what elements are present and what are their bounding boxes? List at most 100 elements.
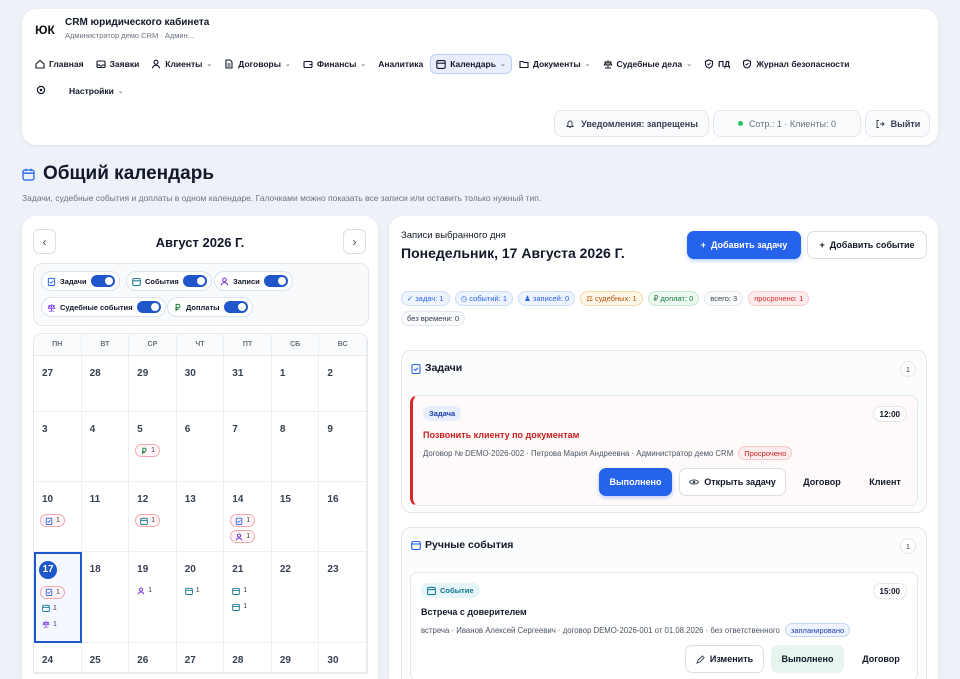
- calendar-day[interactable]: 2: [319, 356, 367, 412]
- calendar-day[interactable]: 10 1: [34, 482, 82, 552]
- task-client-button[interactable]: Клиент: [857, 468, 913, 496]
- add-event-button[interactable]: + Добавить событие: [807, 231, 927, 259]
- settings-gear-icon[interactable]: [36, 82, 46, 100]
- event-contract-button[interactable]: Договор: [849, 645, 913, 673]
- calendar-day[interactable]: 24: [34, 643, 82, 673]
- calendar-day[interactable]: 16: [319, 482, 367, 552]
- day-number: 2: [327, 368, 333, 379]
- filter-3[interactable]: Судебные события: [41, 297, 166, 317]
- day-panel-label: Записи выбранного дня: [401, 230, 506, 241]
- nav-item-4[interactable]: Финансы ⌄: [298, 54, 371, 74]
- day-chip[interactable]: 1: [230, 584, 249, 597]
- calendar-day[interactable]: 28: [224, 643, 272, 673]
- day-chip[interactable]: 1: [230, 514, 256, 527]
- notifications-button[interactable]: Уведомления: запрещены: [554, 110, 709, 137]
- calendar-day[interactable]: 28: [81, 356, 130, 412]
- calendar-day[interactable]: 30: [176, 356, 225, 412]
- nav-item-10[interactable]: Журнал безопасности: [737, 54, 854, 74]
- event-card[interactable]: Событие 15:00 Встреча с доверителем встр…: [410, 572, 918, 679]
- filter-toggle[interactable]: [182, 275, 207, 287]
- task-card[interactable]: Задача 12:00 Позвонить клиенту по докуме…: [410, 395, 918, 506]
- day-chips: 11: [230, 581, 271, 613]
- calendar-day[interactable]: 29: [129, 356, 177, 412]
- nav-item-1[interactable]: Заявки: [91, 54, 145, 74]
- nav-label: Судебные дела: [616, 59, 683, 69]
- day-chip[interactable]: 1: [40, 585, 65, 599]
- calendar-day[interactable]: 12 1: [129, 482, 177, 552]
- nav-item-0[interactable]: Главная: [30, 54, 89, 74]
- calendar-day[interactable]: 18: [81, 552, 130, 643]
- nav-settings-label: Настройки: [69, 86, 114, 96]
- calendar-day[interactable]: 9: [319, 412, 367, 482]
- calendar-day[interactable]: 8: [271, 412, 320, 482]
- filter-toggle[interactable]: [263, 275, 288, 287]
- day-chip[interactable]: 1: [230, 530, 256, 543]
- calendar-day[interactable]: 51: [129, 412, 177, 482]
- task-tag: Задача: [423, 406, 462, 421]
- calendar-day[interactable]: 31: [224, 356, 272, 412]
- calendar-day[interactable]: 30: [319, 643, 367, 673]
- calendar-day[interactable]: 4: [81, 412, 130, 482]
- filter-toggle[interactable]: [136, 301, 161, 313]
- filter-0[interactable]: Задачи: [41, 271, 120, 291]
- filter-toggle[interactable]: [223, 301, 248, 313]
- calendar-day[interactable]: 13: [176, 482, 225, 552]
- calendar-day[interactable]: 25: [81, 643, 130, 673]
- calendar-day[interactable]: 3: [34, 412, 82, 482]
- calendar-day[interactable]: 11: [81, 482, 130, 552]
- tasks-count: 1: [900, 361, 916, 377]
- calendar-day[interactable]: 19 1: [129, 552, 177, 643]
- open-task-button[interactable]: Открыть задачу: [679, 468, 786, 496]
- calendar-day[interactable]: 27: [176, 643, 225, 673]
- nav-item-settings[interactable]: Настройки ⌄: [64, 81, 129, 101]
- filter-4[interactable]: Доплаты: [167, 297, 253, 317]
- next-month-button[interactable]: ›: [343, 229, 366, 254]
- calendar-day[interactable]: 22: [271, 552, 320, 643]
- calendar-day[interactable]: 6: [176, 412, 225, 482]
- calendar-day[interactable]: 20 1: [176, 552, 225, 643]
- filter-1[interactable]: События: [126, 271, 212, 291]
- status-label: Сотр.: 1 · Клиенты: 0: [748, 118, 837, 129]
- nav-item-3[interactable]: Договоры ⌄: [219, 54, 296, 74]
- calendar-day[interactable]: 21 1 1: [224, 552, 272, 643]
- day-chip[interactable]: 1: [40, 618, 59, 631]
- filter-2[interactable]: Записи: [214, 271, 293, 291]
- calendar-day[interactable]: 29: [271, 643, 320, 673]
- edit-event-button[interactable]: Изменить: [685, 645, 764, 673]
- day-number: 29: [137, 368, 149, 379]
- nav-item-5[interactable]: Аналитика: [373, 54, 428, 74]
- day-chips: 1: [183, 581, 224, 597]
- day-number: 30: [184, 368, 196, 379]
- task-contract-button[interactable]: Договор: [791, 468, 853, 496]
- chevron-down-icon: ⌄: [206, 61, 213, 68]
- filter-toggle[interactable]: [90, 275, 115, 287]
- nav-item-9[interactable]: ПД: [699, 54, 735, 74]
- add-task-button[interactable]: + Добавить задачу: [687, 231, 801, 259]
- calendar-day[interactable]: 26: [129, 643, 177, 673]
- day-chip[interactable]: 1: [40, 602, 59, 615]
- calendar-day[interactable]: 14 1 1: [224, 482, 272, 552]
- nav-item-8[interactable]: Судебные дела ⌄: [598, 54, 698, 74]
- app-logo[interactable]: ЮК: [31, 16, 59, 44]
- event-done-button[interactable]: Выполнено: [771, 645, 844, 673]
- day-chip[interactable]: 1: [40, 514, 65, 527]
- day-chip[interactable]: 1: [135, 444, 161, 457]
- calendar-day[interactable]: 7: [224, 412, 272, 482]
- day-number: 3: [42, 424, 48, 435]
- day-chip[interactable]: 1: [135, 584, 154, 597]
- day-chip[interactable]: 1: [183, 584, 202, 597]
- nav-item-6[interactable]: Календарь ⌄: [430, 54, 512, 74]
- calendar-day[interactable]: 23: [319, 552, 367, 643]
- day-chip[interactable]: 1: [230, 600, 249, 613]
- calendar-day[interactable]: 15: [271, 482, 320, 552]
- day-chip[interactable]: 1: [135, 514, 161, 527]
- nav-item-2[interactable]: Клиенты ⌄: [146, 54, 217, 74]
- task-done-button[interactable]: Выполнено: [599, 468, 672, 496]
- day-number: 16: [327, 494, 339, 505]
- calendar-day[interactable]: 1: [271, 356, 320, 412]
- task-title: Позвонить клиенту по документам: [423, 430, 580, 440]
- nav-item-7[interactable]: Документы ⌄: [514, 54, 596, 74]
- logout-button[interactable]: Выйти: [865, 110, 930, 137]
- calendar-day[interactable]: 17 1 1 1: [34, 552, 82, 643]
- calendar-day[interactable]: 27: [34, 356, 82, 412]
